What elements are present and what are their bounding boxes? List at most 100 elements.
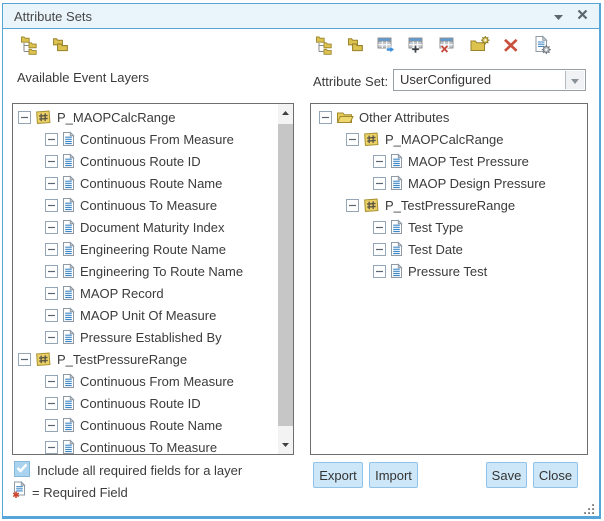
folder-gear-icon [470,35,490,60]
scroll-thumb[interactable] [278,124,293,426]
toolbar-button-document-gear[interactable] [532,37,552,57]
tree-item-label: P_TestPressureRange [57,352,187,367]
scrollbar[interactable] [278,104,293,454]
tree-collapse-toggle[interactable] [373,243,386,256]
tree-collapse-toggle[interactable] [45,397,58,410]
toolbar-button-folders[interactable] [51,37,71,57]
tree-item[interactable]: Engineering Route Name [13,238,293,260]
tree-collapse-toggle[interactable] [45,331,58,344]
tree-collapse-toggle[interactable] [45,243,58,256]
toolbar-button-tree-folders[interactable] [315,37,335,57]
toolbar-button-folders[interactable] [346,37,366,57]
tree-collapse-toggle[interactable] [45,155,58,168]
tree-collapse-toggle[interactable] [45,133,58,146]
field-icon [62,131,75,147]
field-icon [390,175,403,191]
save-button[interactable]: Save [486,462,527,488]
toolbar-button-folder-gear[interactable] [470,37,490,57]
event-layer-icon [35,109,52,125]
field-icon [390,219,403,235]
tree-item[interactable]: Continuous Route Name [13,172,293,194]
tree-item[interactable]: P_TestPressureRange [13,348,293,370]
toolbar-button-table-export[interactable] [377,37,397,57]
import-button[interactable]: Import [369,462,418,488]
field-icon [390,241,403,257]
tree-item[interactable]: Engineering To Route Name [13,260,293,282]
resize-grip[interactable] [584,502,595,513]
dropdown-arrow-button[interactable] [565,71,584,89]
tree-item-label: Test Date [408,242,463,257]
tree-collapse-toggle[interactable] [373,221,386,234]
tree-collapse-toggle[interactable] [18,111,31,124]
tree-item[interactable]: P_MAOPCalcRange [13,106,293,128]
close-button[interactable] [574,4,591,28]
tree-item[interactable]: Test Type [311,216,587,238]
tree-item[interactable]: MAOP Test Pressure [311,150,587,172]
folders-icon [51,35,71,60]
attribute-set-dropdown[interactable]: UserConfigured [393,69,586,91]
tree-collapse-toggle[interactable] [373,265,386,278]
field-icon [62,175,75,191]
tree-collapse-toggle[interactable] [45,199,58,212]
tree-item-label: Continuous From Measure [80,132,234,147]
tree-collapse-toggle[interactable] [373,155,386,168]
tree-item[interactable]: Other Attributes [311,106,587,128]
tree-item[interactable]: P_TestPressureRange [311,194,587,216]
field-icon [62,373,75,389]
tree-collapse-toggle[interactable] [45,265,58,278]
field-icon [62,439,75,455]
tree-collapse-toggle[interactable] [346,133,359,146]
collapse-button[interactable] [550,4,567,28]
tree-collapse-toggle[interactable] [373,177,386,190]
tree-collapse-toggle[interactable] [346,199,359,212]
tree-item[interactable]: Continuous Route Name [13,414,293,436]
tree-collapse-toggle[interactable] [45,177,58,190]
toolbar-button-delete-x[interactable] [501,37,521,57]
close-dialog-button[interactable]: Close [533,462,578,488]
tree-item[interactable]: Continuous Route ID [13,150,293,172]
attribute-set-panel: Other Attributes P_MAOPCalcRangeMAOP Test… [310,103,588,455]
tree-item[interactable]: Continuous To Measure [13,436,293,455]
tree-item[interactable]: Pressure Established By [13,326,293,348]
tree-item[interactable]: Continuous To Measure [13,194,293,216]
tree-item-label: Pressure Established By [80,330,222,345]
tree-item[interactable]: Test Date [311,238,587,260]
tree-item-label: Continuous From Measure [80,374,234,389]
field-icon [62,263,75,279]
tree-item[interactable]: Continuous Route ID [13,392,293,414]
tree-item[interactable]: MAOP Design Pressure [311,172,587,194]
toolbar-button-table-add[interactable] [408,37,428,57]
scroll-down-button[interactable] [278,438,293,452]
tree-collapse-toggle[interactable] [45,221,58,234]
toolbar-button-table-remove[interactable] [439,37,459,57]
tree-collapse-toggle[interactable] [45,375,58,388]
export-button[interactable]: Export [313,462,363,488]
folders-icon [346,35,366,60]
chevron-down-icon [571,71,579,89]
tree-collapse-toggle[interactable] [45,287,58,300]
attribute-set-value: UserConfigured [400,70,491,90]
tree-collapse-toggle[interactable] [319,111,332,124]
tree-item[interactable]: MAOP Record [13,282,293,304]
toolbar-left-group [20,37,71,57]
tree-collapse-toggle[interactable] [45,419,58,432]
delete-x-icon [501,35,521,60]
tree-item[interactable]: Continuous From Measure [13,370,293,392]
tree-collapse-toggle[interactable] [45,309,58,322]
tree-item-label: Engineering Route Name [80,242,226,257]
event-layer-icon [363,131,380,147]
include-required-checkbox[interactable] [14,461,30,477]
tree-item[interactable]: MAOP Unit Of Measure [13,304,293,326]
tree-item[interactable]: Continuous From Measure [13,128,293,150]
tree-item[interactable]: P_MAOPCalcRange [311,128,587,150]
attribute-set-tree: Other Attributes P_MAOPCalcRangeMAOP Test… [311,106,587,282]
tree-item[interactable]: Document Maturity Index [13,216,293,238]
scroll-up-button[interactable] [278,106,293,120]
tree-item[interactable]: Pressure Test [311,260,587,282]
tree-item-label: Other Attributes [359,110,449,125]
tree-collapse-toggle[interactable] [45,441,58,454]
toolbar-right-group [315,37,552,57]
document-gear-icon [532,35,552,60]
tree-collapse-toggle[interactable] [18,353,31,366]
toolbar-button-tree-folders[interactable] [20,37,40,57]
